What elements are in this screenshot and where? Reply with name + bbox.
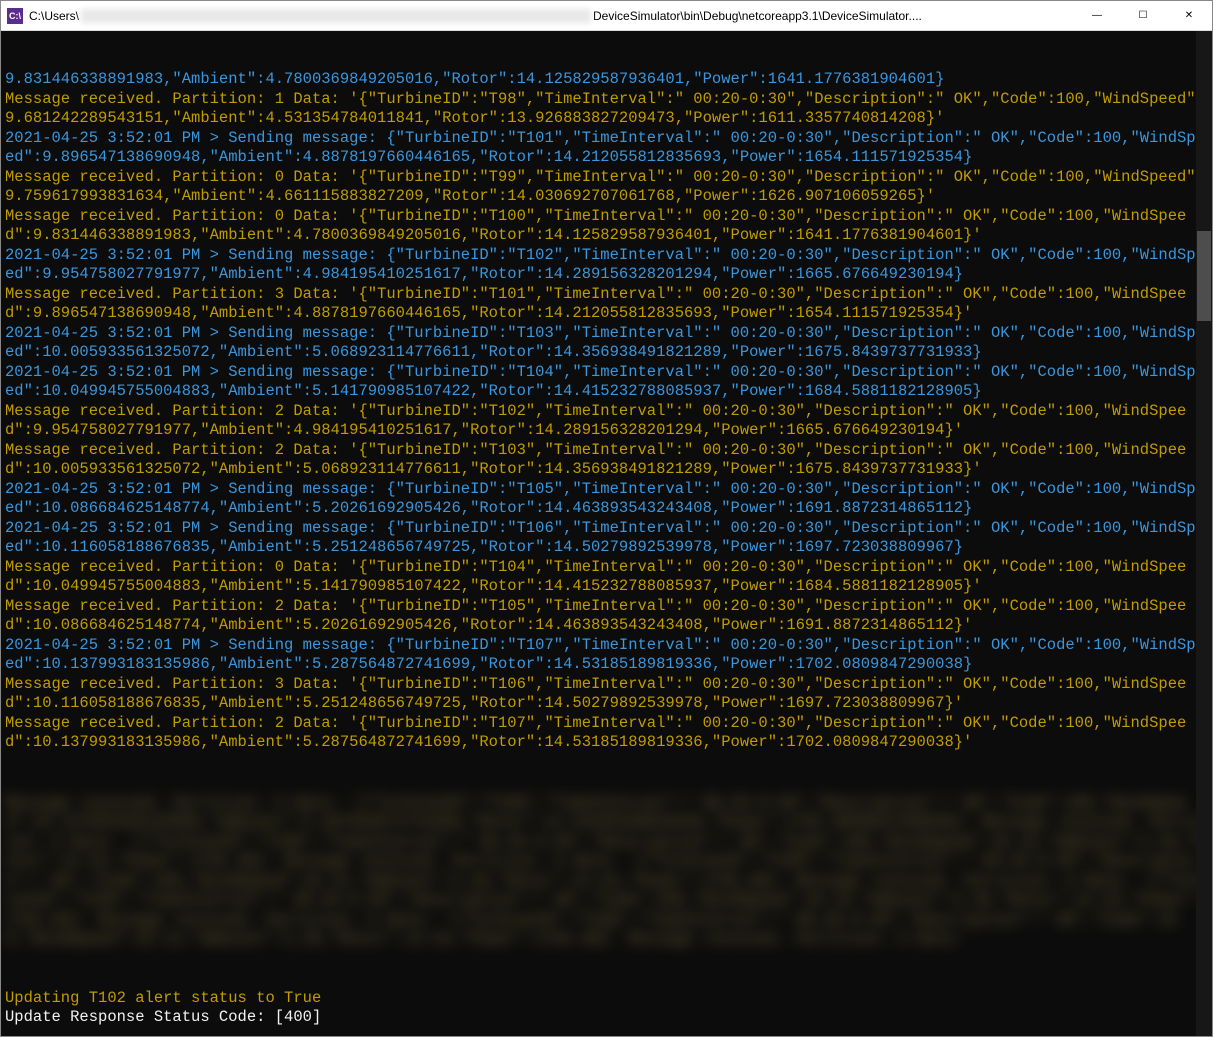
console-line: Message received. Partition: 2 Data: '{"…: [5, 402, 1208, 441]
console-line: Message received. Partition: 3 Data: '{"…: [5, 675, 1208, 714]
console-line: 2021-04-25 3:52:01 PM > Sending message:…: [5, 246, 1208, 285]
console-lines: 9.831446338891983,"Ambient":4.7800369849…: [5, 70, 1208, 753]
console-line: 2021-04-25 3:52:01 PM > Sending message:…: [5, 636, 1208, 675]
console-line: 2021-04-25 3:52:01 PM > Sending message:…: [5, 480, 1208, 519]
minimize-button[interactable]: —: [1074, 1, 1120, 30]
window-title-redacted: [81, 9, 591, 23]
console-line: Message received. Partition: 0 Data: '{"…: [5, 168, 1208, 207]
window-title-suffix: DeviceSimulator\bin\Debug\netcoreapp3.1\…: [593, 9, 922, 23]
console-output[interactable]: 9.831446338891983,"Ambient":4.7800369849…: [1, 31, 1212, 1036]
console-footer-lines: Updating T102 alert status to TrueUpdate…: [5, 989, 1208, 1028]
maximize-button[interactable]: ☐: [1120, 1, 1166, 30]
console-redacted-block: Message received. Partition: 0 Data: '{"…: [5, 794, 1208, 950]
console-line: Message received. Partition: 3 Data: '{"…: [5, 285, 1208, 324]
app-window: C:\ C:\Users\ DeviceSimulator\bin\Debug\…: [0, 0, 1213, 1037]
console-line: 2021-04-25 3:52:01 PM > Sending message:…: [5, 363, 1208, 402]
console-line: Message received. Partition: 0 Data: '{"…: [5, 207, 1208, 246]
app-icon: C:\: [7, 8, 23, 24]
scrollbar-thumb[interactable]: [1197, 231, 1211, 321]
console-line: Update Response Status Code: [400]: [5, 1008, 1208, 1028]
console-line: Message received. Partition: 0 Data: '{"…: [5, 558, 1208, 597]
close-button[interactable]: ✕: [1166, 1, 1212, 30]
console-line: Message received. Partition: 2 Data: '{"…: [5, 597, 1208, 636]
vertical-scrollbar[interactable]: [1196, 31, 1212, 1036]
console-line: 2021-04-25 3:52:01 PM > Sending message:…: [5, 519, 1208, 558]
window-title-prefix: C:\Users\: [29, 9, 79, 23]
console-line: Message received. Partition: 2 Data: '{"…: [5, 441, 1208, 480]
console-line: Message received. Partition: 2 Data: '{"…: [5, 714, 1208, 753]
console-line: 2021-04-25 3:52:01 PM > Sending message:…: [5, 129, 1208, 168]
console-line: Updating T102 alert status to True: [5, 989, 1208, 1009]
console-line: 9.831446338891983,"Ambient":4.7800369849…: [5, 70, 1208, 90]
console-line: Message received. Partition: 1 Data: '{"…: [5, 90, 1208, 129]
window-controls: — ☐ ✕: [1074, 1, 1212, 30]
titlebar[interactable]: C:\ C:\Users\ DeviceSimulator\bin\Debug\…: [1, 1, 1212, 31]
console-line: 2021-04-25 3:52:01 PM > Sending message:…: [5, 324, 1208, 363]
